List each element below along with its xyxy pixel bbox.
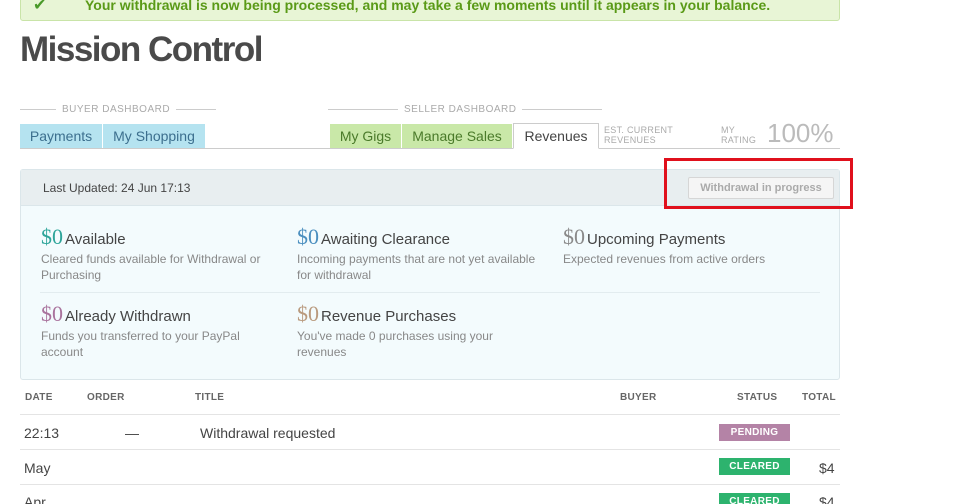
row-divider <box>20 484 840 485</box>
tab-revenues[interactable]: Revenues <box>513 123 599 149</box>
row-date: Apr <box>24 494 46 504</box>
status-badge: CLEARED <box>719 493 790 504</box>
tab-payments[interactable]: Payments <box>20 124 102 148</box>
notice-message: Your withdrawal is now being processed, … <box>85 0 771 13</box>
stat-desc: You've made 0 purchases using your reven… <box>297 329 493 359</box>
row-total: $4 <box>819 460 835 476</box>
column-header-status[interactable]: STATUS <box>737 392 777 403</box>
row-date: May <box>24 460 51 476</box>
row-order: — <box>125 425 139 441</box>
column-header-total[interactable]: TOTAL <box>802 392 836 403</box>
stat-label: Upcoming Payments <box>587 231 726 248</box>
column-header-date[interactable]: DATE <box>25 392 53 403</box>
column-header-order[interactable]: ORDER <box>87 392 125 403</box>
page-title: Mission Control <box>20 30 263 69</box>
row-divider <box>20 449 840 450</box>
rating-value: 100% <box>767 118 834 148</box>
stat-awaiting-clearance: $0 Awaiting Clearance Incoming payments t… <box>297 224 537 283</box>
stat-already-withdrawn: $0 Already Withdrawn Funds you transferre… <box>41 301 281 360</box>
row-total: $4 <box>819 494 835 504</box>
stat-label: Revenue Purchases <box>321 308 457 325</box>
stat-amount: $0 <box>297 224 319 249</box>
checkmark-icon: ✔ <box>33 0 47 14</box>
row-divider <box>20 414 840 415</box>
est-revenues-label: EST. CURRENT REVENUES <box>604 125 674 145</box>
column-header-title[interactable]: TITLE <box>195 392 224 403</box>
success-notice: ✔ Your withdrawal is now being processed… <box>20 0 840 21</box>
stat-desc: Incoming payments that are not yet avail… <box>297 252 536 282</box>
stat-label: Already Withdrawn <box>65 308 191 325</box>
stat-upcoming-payments: $0 Upcoming Payments Expected revenues fr… <box>563 224 823 267</box>
stat-label: Awaiting Clearance <box>321 231 450 248</box>
stat-desc: Expected revenues from active orders <box>563 252 766 266</box>
stat-label: Available <box>65 231 126 248</box>
tab-baseline <box>20 148 840 149</box>
tab-manage-sales[interactable]: Manage Sales <box>402 124 512 148</box>
tab-my-gigs[interactable]: My Gigs <box>330 124 401 148</box>
stat-available: $0 Available Cleared funds available for … <box>41 224 281 283</box>
tab-my-shopping[interactable]: My Shopping <box>103 124 205 148</box>
stat-amount: $0 <box>563 224 585 249</box>
stat-desc: Funds you transferred to your PayPal acc… <box>41 329 240 359</box>
row-date: 22:13 <box>24 425 60 441</box>
column-header-buyer[interactable]: BUYER <box>620 392 657 403</box>
stats-divider <box>40 292 820 293</box>
stat-amount: $0 <box>297 301 319 326</box>
stat-desc: Cleared funds available for Withdrawal o… <box>41 252 261 282</box>
last-updated: Last Updated: 24 Jun 17:13 <box>43 181 191 195</box>
stat-amount: $0 <box>41 301 63 326</box>
buyer-dashboard-label: BUYER DASHBOARD <box>20 104 217 115</box>
seller-dashboard-label: SELLER DASHBOARD <box>328 104 603 115</box>
status-badge: PENDING <box>719 424 790 441</box>
rating-label: MY RATING <box>721 125 757 145</box>
stat-revenue-purchases: $0 Revenue Purchases You've made 0 purcha… <box>297 301 537 360</box>
row-title[interactable]: Withdrawal requested <box>200 425 335 441</box>
stat-amount: $0 <box>41 224 63 249</box>
status-badge: CLEARED <box>719 458 790 475</box>
highlight-box <box>664 158 853 209</box>
